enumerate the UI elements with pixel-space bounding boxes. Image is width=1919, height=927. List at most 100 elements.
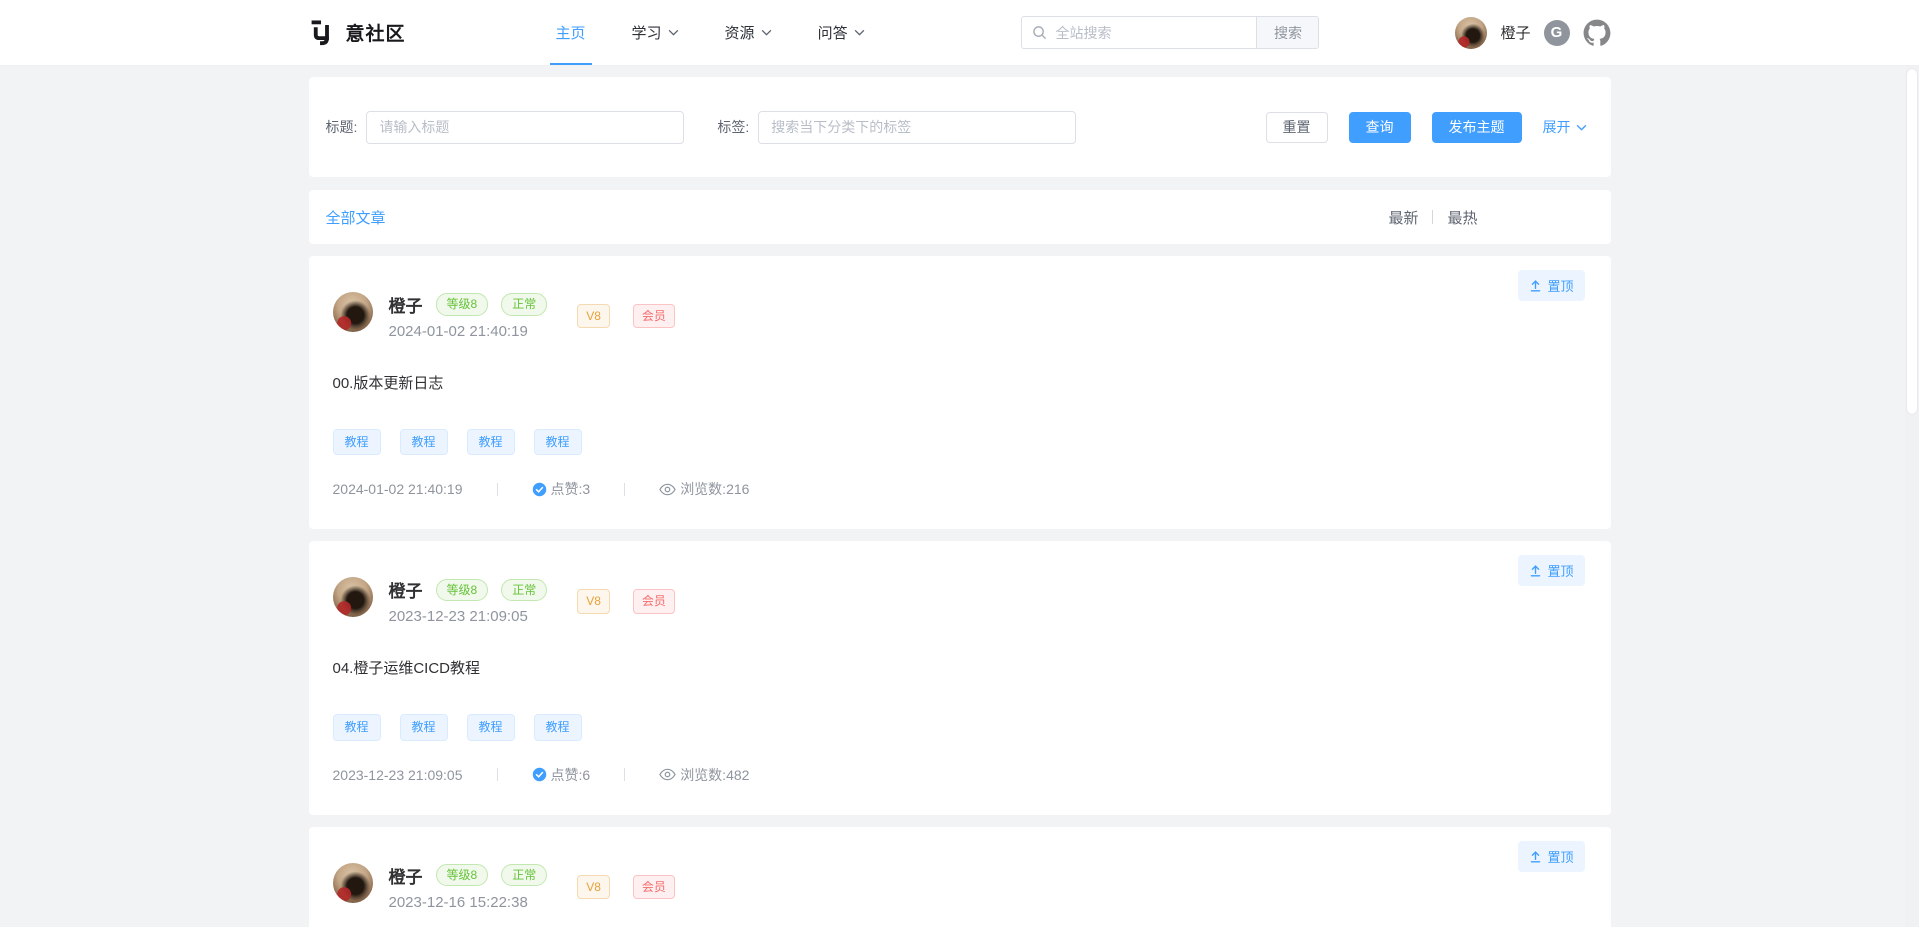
status-badge: 正常 (501, 293, 547, 315)
pin-label: 置顶 (1547, 847, 1573, 866)
pin-button[interactable]: 置顶 (1518, 270, 1584, 301)
member-badge: 会员 (633, 589, 675, 613)
view-count: 浏览数:482 (680, 765, 749, 785)
nav-item-qa[interactable]: 问答 (818, 0, 865, 65)
meta-divider (624, 768, 625, 781)
author-avatar[interactable] (333, 292, 373, 332)
author-avatar[interactable] (333, 577, 373, 617)
user-area: 橙子 G (1455, 17, 1610, 49)
vip-badge: V8 (577, 589, 610, 613)
tag-chip[interactable]: 教程 (467, 429, 515, 455)
query-button[interactable]: 查询 (1349, 112, 1411, 143)
like-check-icon (532, 767, 547, 782)
like-count: 点赞:3 (551, 479, 591, 499)
post-created-date: 2023-12-23 21:09:05 (389, 608, 548, 625)
post-author-row: 橙子 等级8 正常 2023-12-16 15:22:38 V8 会员 (333, 863, 1587, 911)
tag-chip[interactable]: 教程 (333, 429, 381, 455)
sort-newest[interactable]: 最新 (1388, 207, 1418, 228)
tag-filter-label: 标签: (717, 117, 749, 137)
status-badge: 正常 (501, 579, 547, 601)
search-input[interactable] (1055, 25, 1256, 41)
author-name[interactable]: 橙子 (389, 863, 423, 888)
nav-item-label: 学习 (632, 22, 662, 43)
tag-chip[interactable]: 教程 (534, 714, 582, 740)
github-icon[interactable] (1583, 19, 1611, 47)
post-card: 置顶 橙子 等级8 正常 2023-12-23 21:09:05 V8 会员 0… (309, 541, 1611, 814)
brand-title: 意社区 (346, 19, 406, 46)
view-count: 浏览数:216 (680, 479, 749, 499)
nav-item-home[interactable]: 主页 (556, 0, 586, 65)
meta-date: 2023-12-23 21:09:05 (333, 767, 463, 783)
nav-item-learn[interactable]: 学习 (632, 0, 679, 65)
views-eye-icon (659, 483, 676, 496)
publish-topic-button[interactable]: 发布主题 (1432, 112, 1522, 143)
title-filter-label: 标题: (326, 117, 358, 137)
post-created-date: 2023-12-16 15:22:38 (389, 894, 548, 911)
tag-chip[interactable]: 教程 (534, 429, 582, 455)
post-author-row: 橙子 等级8 正常 2024-01-02 21:40:19 V8 会员 (333, 292, 1587, 340)
gitee-icon[interactable]: G (1544, 20, 1570, 46)
chevron-down-icon (854, 29, 865, 36)
like-count: 点赞:6 (551, 765, 591, 785)
user-avatar[interactable] (1455, 17, 1487, 49)
member-badge: 会员 (633, 875, 675, 899)
pin-top-icon (1529, 279, 1542, 292)
user-name[interactable]: 橙子 (1500, 22, 1530, 43)
sort-hottest[interactable]: 最热 (1447, 207, 1477, 228)
page-content: 标题: 标签: 重置 查询 发布主题 展开 全部文章 最新 最热 置顶 (309, 77, 1611, 927)
author-name[interactable]: 橙子 (389, 577, 423, 602)
meta-date: 2024-01-02 21:40:19 (333, 481, 463, 497)
site-search: 搜索 (1021, 16, 1319, 49)
nav-item-label: 资源 (725, 22, 755, 43)
pin-button[interactable]: 置顶 (1518, 555, 1584, 586)
post-card: 置顶 橙子 等级8 正常 2023-12-16 15:22:38 V8 会员 (309, 827, 1611, 927)
filter-actions: 重置 查询 发布主题 展开 (1266, 112, 1587, 143)
author-avatar[interactable] (333, 863, 373, 903)
pin-top-icon (1529, 564, 1542, 577)
post-meta: 2023-12-23 21:09:05 点赞:6 浏览数:482 (333, 765, 1587, 785)
brand-logo[interactable]: 意社区 (309, 19, 406, 46)
search-button[interactable]: 搜索 (1256, 16, 1318, 49)
main-nav: 主页 学习 资源 问答 (556, 0, 865, 65)
tag-chip[interactable]: 教程 (333, 714, 381, 740)
post-title[interactable]: 04.橙子运维CICD教程 (333, 657, 1587, 678)
title-filter-input[interactable] (366, 111, 684, 144)
post-card: 置顶 橙子 等级8 正常 2024-01-02 21:40:19 V8 会员 0… (309, 256, 1611, 529)
expand-toggle[interactable]: 展开 (1543, 117, 1587, 137)
member-badge: 会员 (633, 304, 675, 328)
views-eye-icon (659, 768, 676, 781)
post-title[interactable]: 00.版本更新日志 (333, 372, 1587, 393)
author-name[interactable]: 橙子 (389, 292, 423, 317)
nav-item-resources[interactable]: 资源 (725, 0, 772, 65)
post-tags: 教程 教程 教程 教程 (333, 429, 1587, 455)
reset-button[interactable]: 重置 (1266, 112, 1328, 143)
meta-divider (497, 483, 498, 496)
chevron-down-icon (1576, 124, 1587, 131)
all-articles-link[interactable]: 全部文章 (326, 207, 386, 228)
list-header: 全部文章 最新 最热 (309, 190, 1611, 244)
level-badge: 等级8 (436, 293, 489, 315)
tag-chip[interactable]: 教程 (400, 714, 448, 740)
search-icon (1032, 25, 1047, 40)
post-author-row: 橙子 等级8 正常 2023-12-23 21:09:05 V8 会员 (333, 577, 1587, 625)
level-badge: 等级8 (436, 864, 489, 886)
vip-badge: V8 (577, 875, 610, 899)
scrollbar-thumb[interactable] (1907, 69, 1917, 414)
chevron-down-icon (668, 29, 679, 36)
post-tags: 教程 教程 教程 教程 (333, 714, 1587, 740)
nav-item-label: 主页 (556, 22, 586, 43)
chevron-down-icon (761, 29, 772, 36)
tag-chip[interactable]: 教程 (400, 429, 448, 455)
sort-controls: 最新 最热 (1388, 207, 1477, 228)
scrollbar[interactable] (1905, 66, 1919, 927)
level-badge: 等级8 (436, 579, 489, 601)
nav-item-label: 问答 (818, 22, 848, 43)
tag-filter-input[interactable] (758, 111, 1076, 144)
tag-chip[interactable]: 教程 (467, 714, 515, 740)
pin-label: 置顶 (1547, 276, 1573, 295)
pin-button[interactable]: 置顶 (1518, 841, 1584, 872)
post-meta: 2024-01-02 21:40:19 点赞:3 浏览数:216 (333, 479, 1587, 499)
sort-divider (1432, 210, 1433, 224)
post-created-date: 2024-01-02 21:40:19 (389, 323, 548, 340)
vip-badge: V8 (577, 304, 610, 328)
